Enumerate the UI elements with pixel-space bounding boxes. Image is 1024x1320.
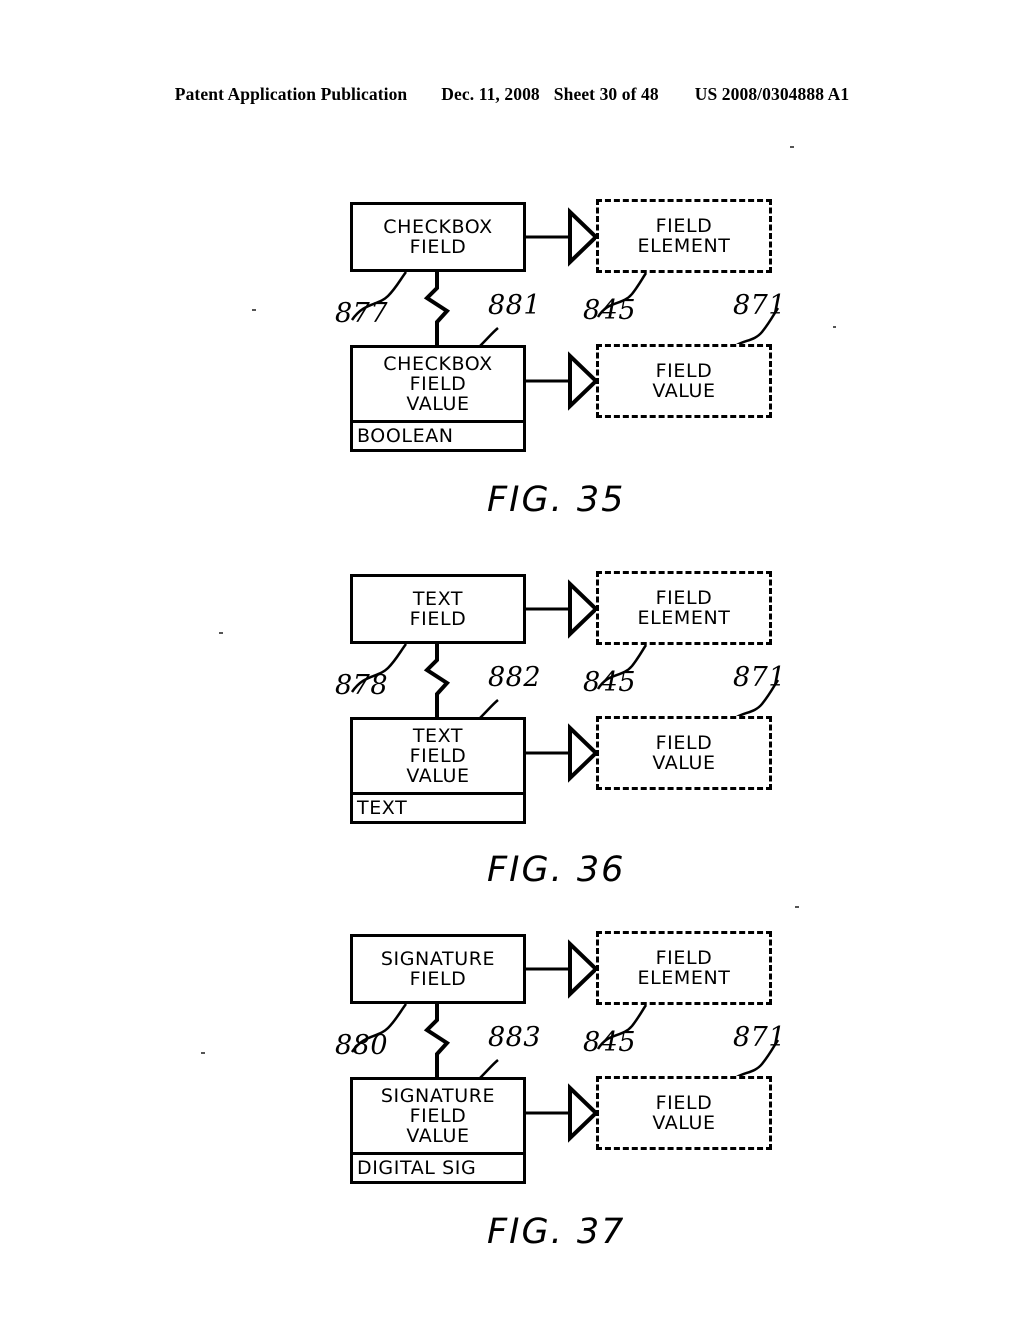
checkbox-field-value-main: CHECKBOX FIELD VALUE <box>353 348 523 423</box>
ref-845: 845 <box>583 295 637 326</box>
text-field-value-type: TEXT <box>353 795 523 821</box>
text-field-value-label: TEXT FIELD VALUE <box>406 725 470 787</box>
signature-field-box: SIGNATURE FIELD <box>350 934 526 1004</box>
ref-883: 883 <box>488 1022 542 1053</box>
signature-field-value-main: SIGNATURE FIELD VALUE <box>353 1080 523 1155</box>
ref-871: 871 <box>733 662 787 693</box>
checkbox-field-value-type: BOOLEAN <box>353 423 523 449</box>
signature-field-value-type: DIGITAL SIG <box>353 1155 523 1181</box>
figure-36: TEXT FIELD TEXT FIELD VALUE TEXT FIELD E… <box>0 552 1024 902</box>
ref-871: 871 <box>733 290 787 321</box>
figure-35: CHECKBOX FIELD CHECKBOX FIELD VALUE BOOL… <box>0 180 1024 530</box>
ref-871: 871 <box>733 1022 787 1053</box>
checkbox-field-value-type-label: BOOLEAN <box>357 425 454 447</box>
field-value-box: FIELD VALUE <box>596 716 772 790</box>
scan-speckle <box>790 146 794 148</box>
field-value-box: FIELD VALUE <box>596 1076 772 1150</box>
patent-header: Patent Application Publication Dec. 11, … <box>0 84 1024 105</box>
text-field-label: TEXT FIELD <box>409 588 467 630</box>
ref-880: 880 <box>335 1030 389 1061</box>
ref-845: 845 <box>583 1027 637 1058</box>
text-field-value-type-label: TEXT <box>357 797 408 819</box>
header-patent-number: US 2008/0304888 A1 <box>694 84 850 104</box>
checkbox-field-value-box: CHECKBOX FIELD VALUE BOOLEAN <box>350 345 526 452</box>
checkbox-field-value-label: CHECKBOX FIELD VALUE <box>383 353 493 415</box>
figure-37: SIGNATURE FIELD SIGNATURE FIELD VALUE DI… <box>0 912 1024 1267</box>
field-element-box: FIELD ELEMENT <box>596 931 772 1005</box>
field-value-label: FIELD VALUE <box>652 360 716 402</box>
text-field-value-box: TEXT FIELD VALUE TEXT <box>350 717 526 824</box>
field-value-box: FIELD VALUE <box>596 344 772 418</box>
signature-field-value-box: SIGNATURE FIELD VALUE DIGITAL SIG <box>350 1077 526 1184</box>
ref-877: 877 <box>335 298 389 329</box>
checkbox-field-label: CHECKBOX FIELD <box>383 216 493 258</box>
field-element-box: FIELD ELEMENT <box>596 199 772 273</box>
field-value-label: FIELD VALUE <box>652 1092 716 1134</box>
field-element-label: FIELD ELEMENT <box>637 215 731 257</box>
header-publication-label: Patent Application Publication <box>174 84 408 104</box>
checkbox-field-box: CHECKBOX FIELD <box>350 202 526 272</box>
figure-36-caption: FIG. 36 <box>487 850 626 890</box>
ref-882: 882 <box>488 662 542 693</box>
text-field-value-main: TEXT FIELD VALUE <box>353 720 523 795</box>
text-field-box: TEXT FIELD <box>350 574 526 644</box>
ref-845: 845 <box>583 667 637 698</box>
figure-37-caption: FIG. 37 <box>487 1212 626 1252</box>
signature-field-value-label: SIGNATURE FIELD VALUE <box>380 1085 496 1147</box>
field-value-label: FIELD VALUE <box>652 732 716 774</box>
signature-field-label: SIGNATURE FIELD <box>380 948 496 990</box>
scan-speckle <box>795 906 799 908</box>
field-element-label: FIELD ELEMENT <box>637 947 731 989</box>
header-date-label: Dec. 11, 2008 <box>441 84 540 104</box>
ref-881: 881 <box>488 290 542 321</box>
ref-878: 878 <box>335 670 389 701</box>
figure-35-caption: FIG. 35 <box>487 480 626 520</box>
signature-field-value-type-label: DIGITAL SIG <box>357 1157 477 1179</box>
field-element-box: FIELD ELEMENT <box>596 571 772 645</box>
header-sheet-label: Sheet 30 of 48 <box>553 84 659 104</box>
field-element-label: FIELD ELEMENT <box>637 587 731 629</box>
